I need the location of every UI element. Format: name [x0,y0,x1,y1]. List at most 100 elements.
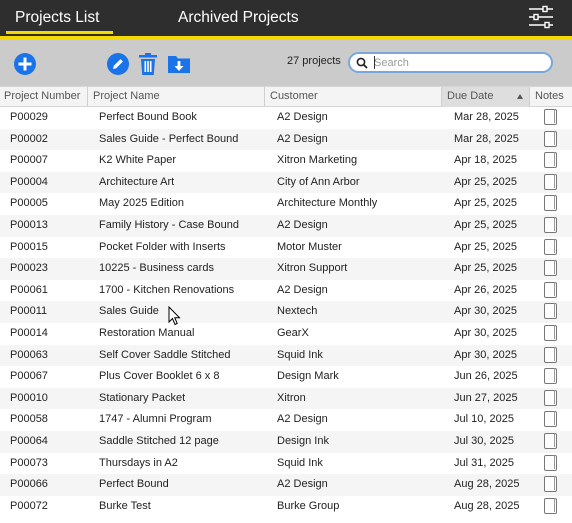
trash-icon[interactable] [136,52,160,76]
note-icon[interactable] [544,411,557,428]
project-number-cell: P00014 [10,326,48,339]
table-row[interactable]: P00010 Stationary Packet Xitron Jun 27, 202… [0,387,572,410]
customer-cell: A2 Design [277,218,328,231]
note-icon[interactable] [544,238,557,255]
projects-table-body: P00029 Perfect Bound Book A2 Design Mar 28,… [0,107,572,517]
customer-cell: City of Ann Arbor [277,175,360,188]
customer-cell: A2 Design [277,478,328,491]
sliders-icon[interactable] [527,5,555,29]
table-row[interactable]: P00063 Self Cover Saddle Stitched Squid In… [0,344,572,367]
note-icon[interactable] [544,216,557,233]
note-icon[interactable] [544,432,557,449]
tab-archived-projects[interactable]: Archived Projects [178,9,299,27]
note-icon[interactable] [544,476,557,493]
note-icon[interactable] [544,195,557,212]
project-name-cell: Sales Guide [99,305,159,318]
due-date-cell: Aug 28, 2025 [454,478,520,491]
due-date-cell: Apr 25, 2025 [454,262,517,275]
column-header-due-date[interactable]: Due Date [442,87,530,107]
project-number-cell: P00067 [10,370,48,383]
due-date-cell: Apr 30, 2025 [454,305,517,318]
tab-projects-list[interactable]: Projects List [15,9,99,27]
project-number-cell: P00063 [10,348,48,361]
project-number-cell: P00013 [10,218,48,231]
customer-cell: Burke Group [277,499,340,512]
project-name-cell: Saddle Stitched 12 page [99,434,219,447]
plus-circle-icon[interactable] [13,52,37,76]
note-icon[interactable] [544,454,557,471]
note-icon[interactable] [544,303,557,320]
table-row[interactable]: P00004 Architecture Art City of Ann Arbor A… [0,171,572,194]
table-row[interactable]: P00072 Burke Test Burke Group Aug 28, 2025 [0,496,572,518]
table-row[interactable]: P00013 Family History - Case Bound A2 Desi… [0,214,572,237]
active-tab-indicator [6,31,113,34]
table-row[interactable]: P00064 Saddle Stitched 12 page Design Ink J… [0,430,572,453]
note-icon[interactable] [544,497,557,514]
search-box[interactable] [348,52,553,73]
table-row[interactable]: P00007 K2 White Paper Xitron Marketing Apr … [0,150,572,172]
table-row[interactable]: P00073 Thursdays in A2 Squid Ink Jul 31, 20… [0,453,572,475]
note-icon[interactable] [544,130,557,147]
project-number-cell: P00015 [10,240,48,253]
due-date-cell: Apr 30, 2025 [454,348,517,361]
search-input[interactable] [374,55,544,71]
top-tab-bar: Projects List Archived Projects [0,0,572,36]
note-icon[interactable] [544,346,557,363]
project-name-cell: Sales Guide - Perfect Bound [99,132,239,145]
project-name-cell: K2 White Paper [99,154,177,167]
note-icon[interactable] [544,260,557,277]
pencil-icon[interactable] [106,52,130,76]
table-row[interactable]: P00067 Plus Cover Booklet 6 x 8 Design Mar… [0,366,572,388]
toolbar: 27 projects [0,40,572,86]
column-header-notes[interactable]: Notes [530,87,572,107]
note-icon[interactable] [544,368,557,385]
project-name-cell: Plus Cover Booklet 6 x 8 [99,370,220,383]
project-name-cell: 1747 - Alumni Program [99,413,212,426]
column-header-project-name[interactable]: Project Name [88,87,265,107]
project-number-cell: P00011 [10,305,48,318]
project-number-cell: P00073 [10,456,48,469]
project-count: 27 projects [287,55,341,67]
table-row[interactable]: P00066 Perfect Bound A2 Design Aug 28, 2025 [0,474,572,496]
text-caret [374,56,375,69]
note-icon[interactable] [544,281,557,298]
note-icon[interactable] [544,389,557,406]
column-header-customer[interactable]: Customer [265,87,442,107]
table-row[interactable]: P00061 1700 - Kitchen Renovations A2 Desig… [0,280,572,302]
project-number-cell: P00072 [10,499,48,512]
search-icon [356,57,368,69]
table-row[interactable]: P00011 Sales Guide Nextech Apr 30, 2025 [0,301,572,323]
project-name-cell: Stationary Packet [99,391,186,404]
project-name-cell: May 2025 Edition [99,197,184,210]
project-name-cell: Restoration Manual [99,326,195,339]
project-name-cell: Thursdays in A2 [99,456,178,469]
table-row[interactable]: P00005 May 2025 Edition Architecture Month… [0,193,572,215]
customer-cell: A2 Design [277,413,328,426]
table-row[interactable]: P00014 Restoration Manual GearX Apr 30, 202… [0,323,572,345]
table-row[interactable]: P00058 1747 - Alumni Program A2 Design Jul … [0,409,572,431]
customer-cell: Xitron Marketing [277,154,358,167]
table-header: Project Number Project Name Customer Due… [0,86,572,107]
project-name-cell: 10225 - Business cards [99,262,214,275]
table-row[interactable]: P00015 Pocket Folder with Inserts Motor Mu… [0,237,572,259]
customer-cell: A2 Design [277,283,328,296]
folder-download-icon[interactable] [167,52,191,76]
note-icon[interactable] [544,173,557,190]
project-number-cell: P00064 [10,434,48,447]
table-row[interactable]: P00002 Sales Guide - Perfect Bound A2 Desi… [0,128,572,151]
due-date-cell: Apr 25, 2025 [454,240,517,253]
note-icon[interactable] [544,152,557,169]
project-name-cell: Burke Test [99,499,151,512]
project-name-cell: Perfect Bound Book [99,111,197,123]
note-icon[interactable] [544,324,557,341]
table-row[interactable]: P00023 10225 - Business cards Xitron Suppo… [0,258,572,280]
column-header-project-number[interactable]: Project Number [0,87,88,107]
due-date-cell: Apr 26, 2025 [454,283,517,296]
note-icon[interactable] [544,109,557,125]
customer-cell: A2 Design [277,111,328,123]
table-row[interactable]: P00029 Perfect Bound Book A2 Design Mar 28,… [0,107,572,129]
due-date-cell: Jun 26, 2025 [454,370,518,383]
project-number-cell: P00005 [10,197,48,210]
customer-cell: Design Ink [277,434,329,447]
project-number-cell: P00029 [10,111,48,123]
